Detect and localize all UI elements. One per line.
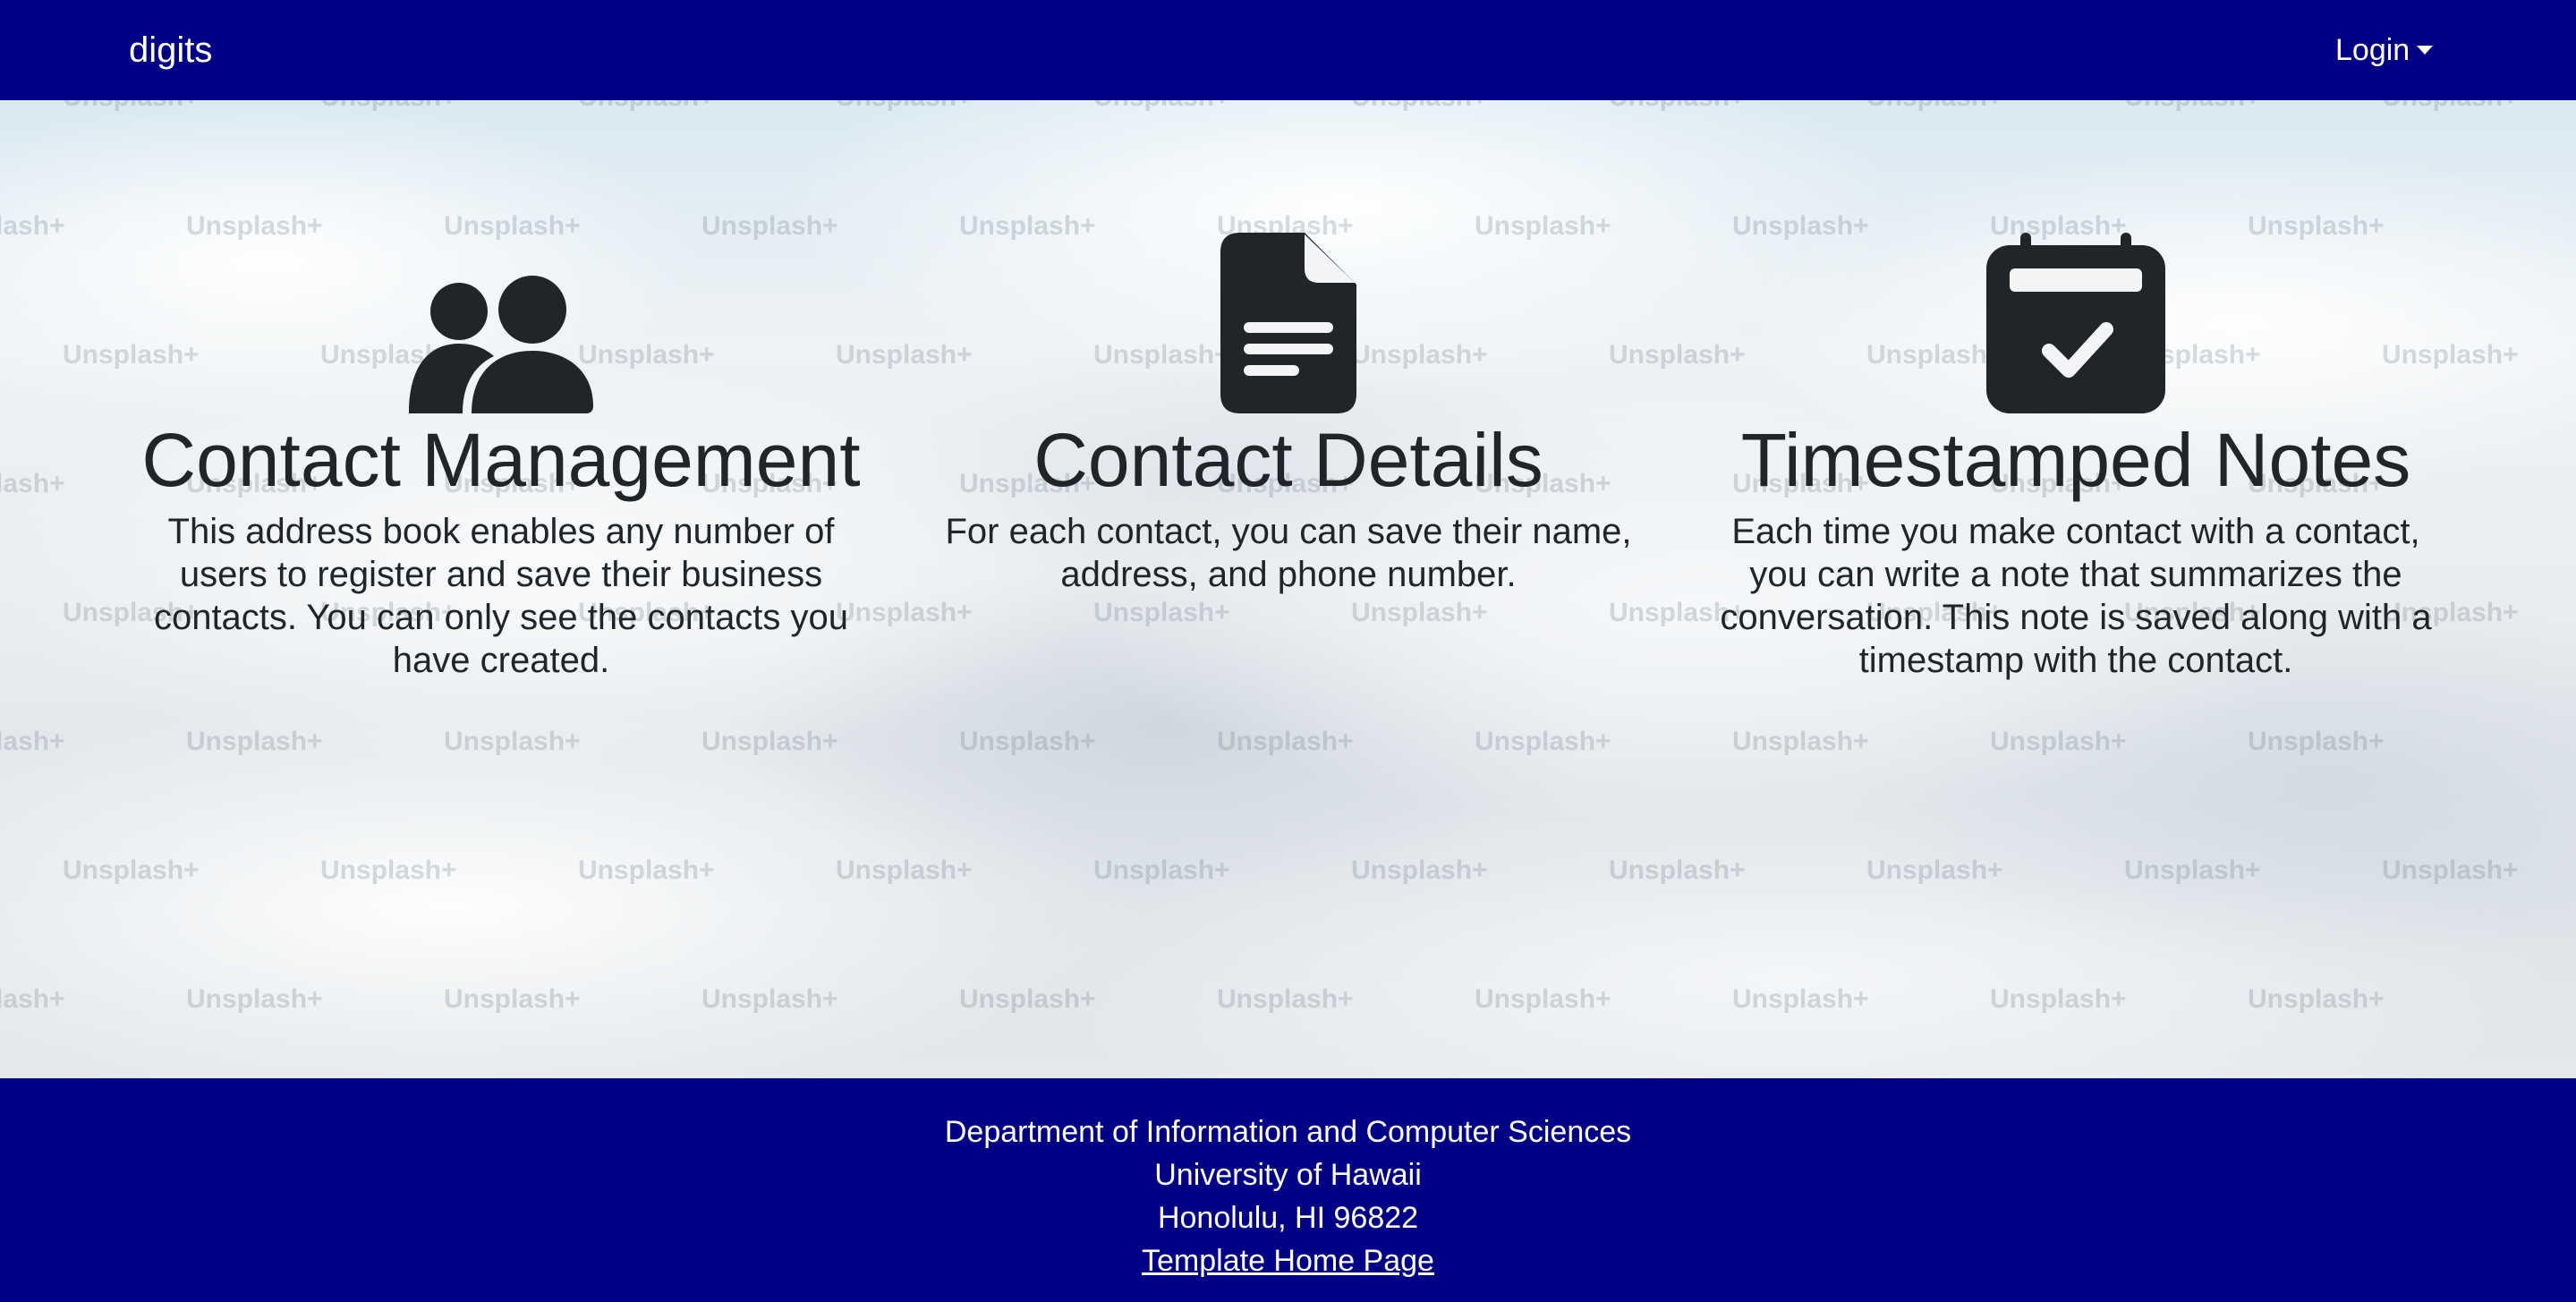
watermark-text: Unsplash+ — [1609, 855, 1746, 885]
feature-contact-details: Contact Details For each contact, you ca… — [904, 226, 1673, 596]
template-home-link[interactable]: Template Home Page — [1142, 1244, 1434, 1278]
watermark-text: Unsplash+ — [1866, 100, 2003, 113]
watermark-text: Unsplash+ — [1732, 727, 1869, 756]
feature-contact-management: Contact Management This address book ena… — [116, 226, 886, 682]
watermark-text: Unsplash+ — [1217, 984, 1354, 1014]
calendar-check-icon — [1986, 233, 2165, 413]
watermark-text: Unsplash+ — [1351, 855, 1488, 885]
watermark-text: Unsplash+ — [0, 211, 65, 241]
watermark-text: Unsplash+ — [1093, 598, 1230, 627]
watermark-text: Unsplash+ — [701, 727, 838, 756]
watermark-text: Unsplash+ — [959, 984, 1096, 1014]
navbar: digits Login — [0, 0, 2576, 100]
watermark-text: Unsplash+ — [444, 727, 581, 756]
file-lines-icon — [1220, 233, 1356, 413]
footer-department: Department of Information and Computer S… — [944, 1115, 1632, 1149]
feature-description: Each time you make contact with a contac… — [1720, 512, 2432, 680]
watermark-text: Unsplash+ — [1093, 855, 1230, 885]
caret-down-icon — [2417, 46, 2434, 55]
brand-link[interactable]: digits — [129, 25, 212, 75]
watermark-text: Unsplash+ — [1990, 727, 2127, 756]
watermark-text: Unsplash+ — [1475, 727, 1611, 756]
watermark-text: Unsplash+ — [1093, 100, 1230, 113]
watermark-text: Unsplash+ — [578, 855, 715, 885]
watermark-text: Unsplash+ — [836, 855, 973, 885]
watermark-text: Unsplash+ — [0, 469, 65, 498]
footer-address: Honolulu, HI 96822 — [1157, 1201, 1419, 1235]
feature-timestamped-notes: Timestamped Notes Each time you make con… — [1691, 226, 2461, 682]
feature-description: For each contact, you can save their nam… — [945, 512, 1632, 594]
watermark-text: Unsplash+ — [701, 984, 838, 1014]
watermark-text: Unsplash+ — [1609, 100, 1746, 113]
watermark-text: Unsplash+ — [63, 100, 200, 113]
watermark-text: Unsplash+ — [578, 100, 715, 113]
watermark-text: Unsplash+ — [320, 100, 457, 113]
login-label: Login — [2335, 33, 2410, 67]
feature-description: This address book enables any number of … — [153, 512, 849, 680]
feature-title: Contact Management — [141, 418, 861, 502]
watermark-text: Unsplash+ — [2124, 855, 2261, 885]
watermark-text: Unsplash+ — [1351, 598, 1488, 627]
feature-title: Contact Details — [1033, 418, 1543, 502]
watermark-text: Unsplash+ — [186, 984, 323, 1014]
login-dropdown[interactable]: Login — [2335, 27, 2434, 73]
watermark-text: Unsplash+ — [1990, 984, 2127, 1014]
watermark-text: Unsplash+ — [2248, 984, 2385, 1014]
footer-university: University of Hawaii — [1154, 1158, 1422, 1192]
watermark-text: Unsplash+ — [444, 984, 581, 1014]
watermark-text: Unsplash+ — [63, 855, 200, 885]
feature-title: Timestamped Notes — [1740, 418, 2411, 502]
footer: Department of Information and Computer S… — [0, 1078, 2576, 1302]
watermark-text: Unsplash+ — [1475, 984, 1611, 1014]
watermark-text: Unsplash+ — [2124, 100, 2261, 113]
watermark-text: Unsplash+ — [2382, 855, 2519, 885]
users-icon — [409, 276, 593, 413]
watermark-text: Unsplash+ — [1732, 984, 1869, 1014]
landing-hero: Unsplash+ Unsplash+ Unsplash+ Unsplash+ Unsp… — [0, 100, 2576, 1078]
watermark-text: Unsplash+ — [959, 727, 1096, 756]
watermark-text: Unsplash+ — [0, 984, 65, 1014]
watermark-text: Unsplash+ — [186, 727, 323, 756]
watermark-text: Unsplash+ — [1217, 727, 1354, 756]
watermark-text: Unsplash+ — [1351, 100, 1488, 113]
watermark-text: Unsplash+ — [836, 100, 973, 113]
watermark-text: Unsplash+ — [2248, 727, 2385, 756]
watermark-text: Unsplash+ — [0, 727, 65, 756]
watermark-text: Unsplash+ — [1866, 855, 2003, 885]
watermark-text: Unsplash+ — [320, 855, 457, 885]
watermark-text: Unsplash+ — [2382, 100, 2519, 113]
